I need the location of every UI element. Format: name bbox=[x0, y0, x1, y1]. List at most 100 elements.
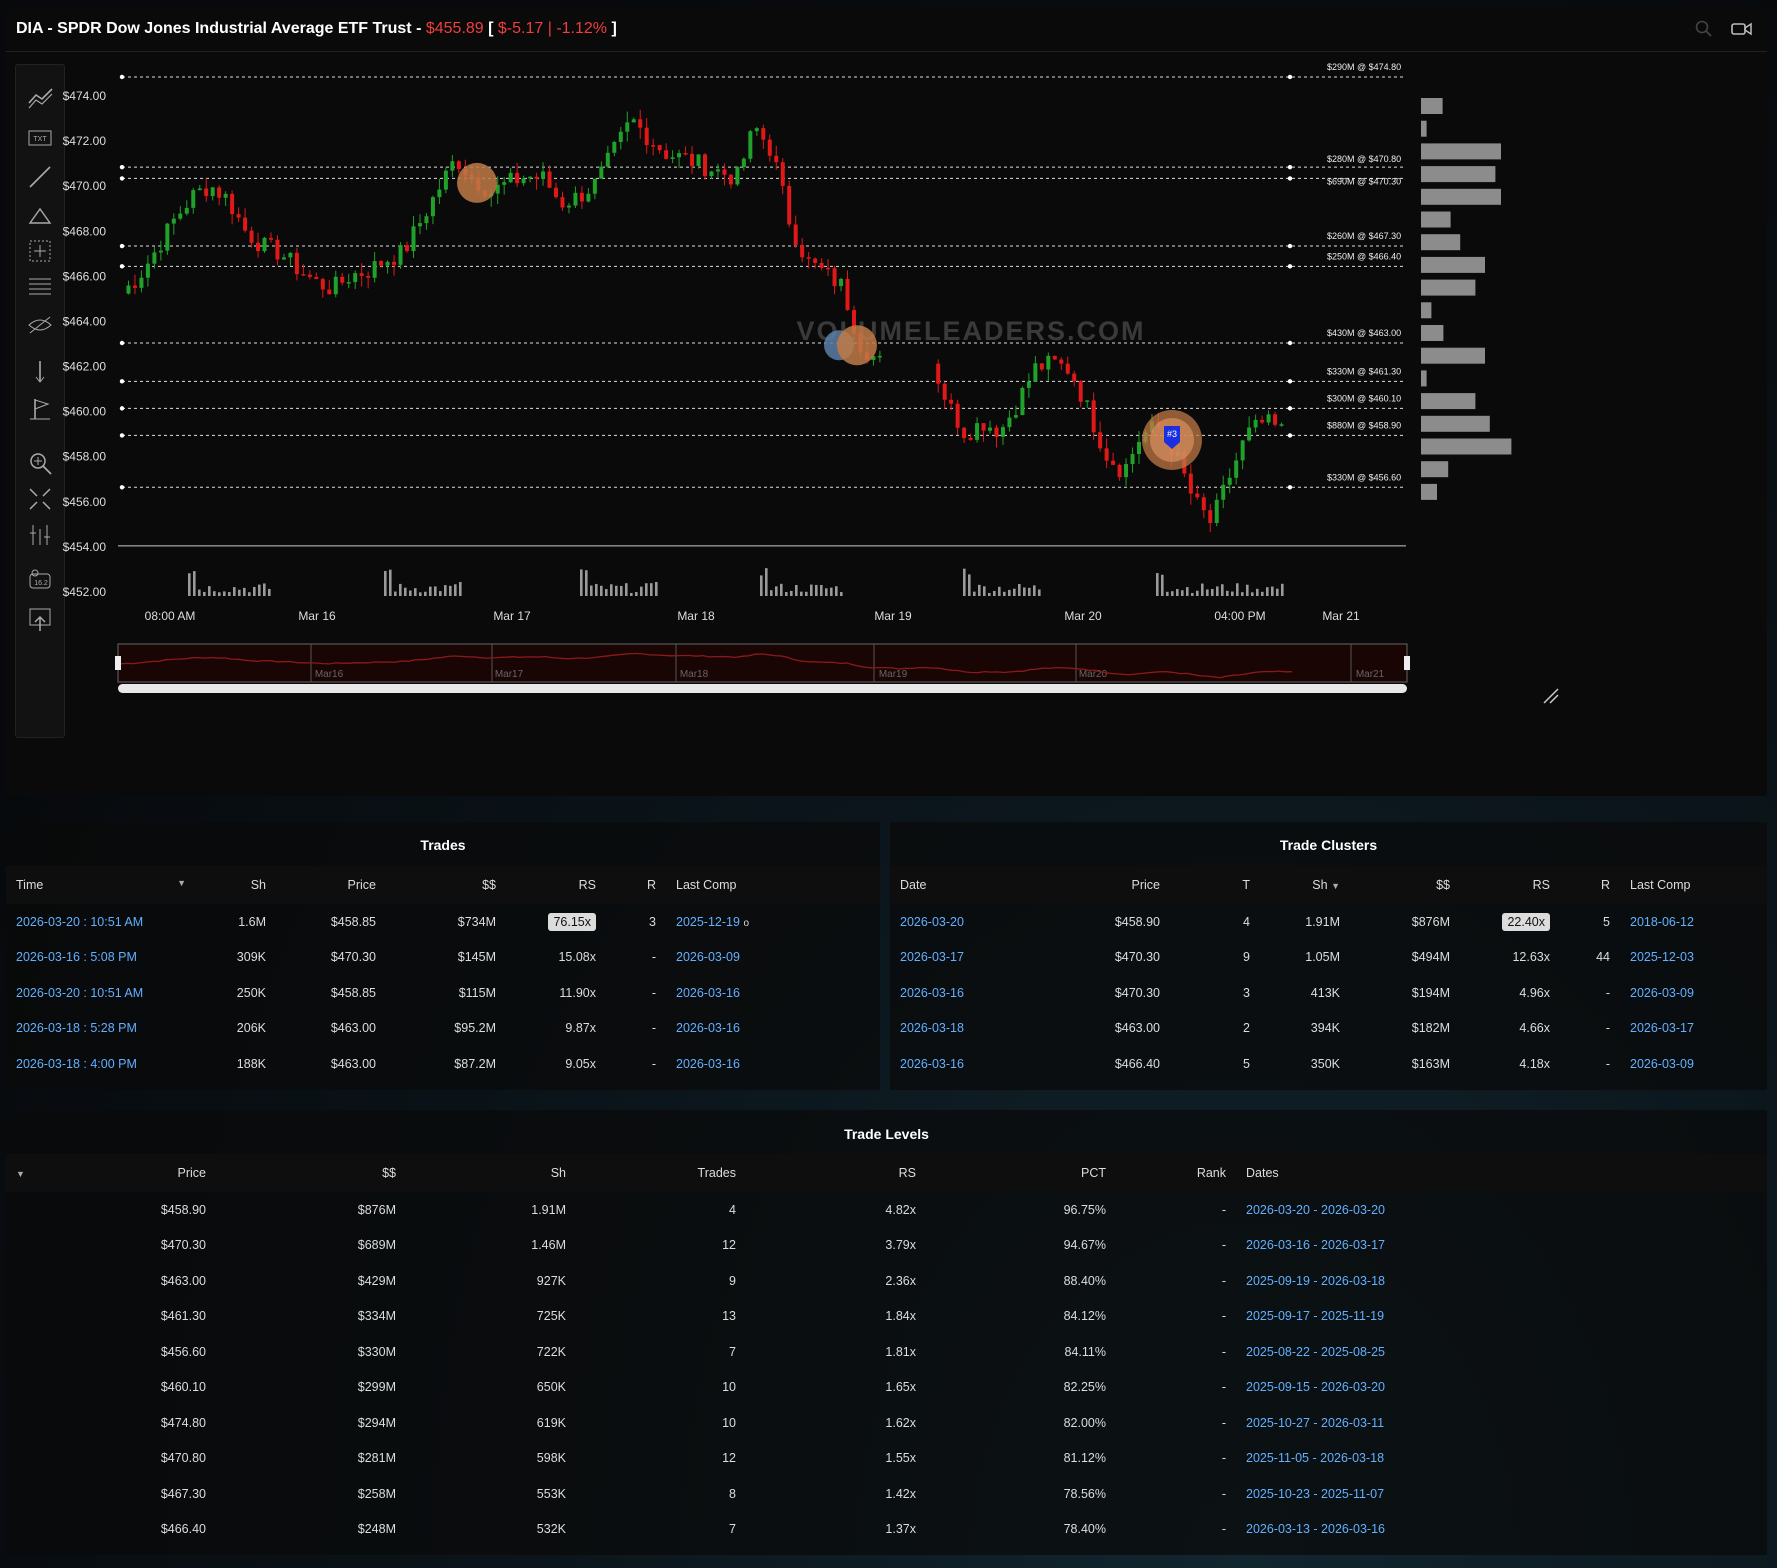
col-trades[interactable]: Trades bbox=[576, 1154, 746, 1192]
candle-body bbox=[1104, 448, 1109, 461]
last-comp-link[interactable]: 2025-12-03 bbox=[1620, 940, 1767, 976]
dates-link[interactable]: 2025-09-19 - 2026-03-18 bbox=[1236, 1263, 1767, 1299]
table-row[interactable]: $467.30 $258M 553K 8 1.42x 78.56% -2025-10-23 … bbox=[6, 1476, 1767, 1512]
table-row[interactable]: $460.10 $299M 650K 10 1.65x 82.25% -2025-09-15… bbox=[6, 1370, 1767, 1406]
col-rs[interactable]: RS bbox=[1460, 866, 1560, 904]
dates-link[interactable]: 2026-03-16 - 2026-03-17 bbox=[1236, 1228, 1767, 1264]
col-rank[interactable]: Rank bbox=[1116, 1154, 1236, 1192]
rs-cell: 2.36x bbox=[885, 1273, 916, 1288]
pct-cell: 82.25% bbox=[1063, 1380, 1106, 1395]
dates-link[interactable]: 2025-09-15 - 2026-03-20 bbox=[1236, 1370, 1767, 1406]
last-comp-link[interactable]: 2026-03-09 bbox=[1620, 1046, 1767, 1082]
col-dollars[interactable]: $$ bbox=[216, 1154, 406, 1192]
col-sort[interactable]: ▼ bbox=[6, 1154, 46, 1192]
dates-link[interactable]: 2026-03-13 - 2026-03-16 bbox=[1236, 1512, 1767, 1548]
table-row[interactable]: 2026-03-16 $466.40 5 350K $163M 4.18x -2026-03… bbox=[890, 1046, 1767, 1082]
last-comp-link[interactable]: 2025-12-19 bbox=[676, 915, 740, 929]
last-comp-link[interactable]: 2018-06-12 bbox=[1620, 904, 1767, 940]
table-row[interactable]: 2026-03-20 : 10:51 AM 1.6M $458.85 $734M 76.… bbox=[6, 904, 880, 940]
trade-time-link[interactable]: 2026-03-20 : 10:51 AM bbox=[6, 904, 196, 940]
col-price[interactable]: Price bbox=[46, 1154, 216, 1192]
resize-handle-icon[interactable] bbox=[1543, 688, 1559, 704]
candle-body bbox=[1091, 400, 1096, 433]
dates-link[interactable]: 2025-09-17 - 2025-11-19 bbox=[1236, 1299, 1767, 1335]
col-r[interactable]: R bbox=[1560, 866, 1620, 904]
col-date[interactable]: Date bbox=[890, 866, 1060, 904]
col-t[interactable]: T bbox=[1170, 866, 1260, 904]
col-price[interactable]: Price bbox=[276, 866, 386, 904]
t-cell: 2 bbox=[1243, 1021, 1250, 1036]
col-time[interactable]: Time ▼ bbox=[6, 866, 196, 904]
table-row[interactable]: $461.30 $334M 725K 13 1.84x 84.12% -2025-09-17… bbox=[6, 1299, 1767, 1335]
nav-scrollbar[interactable] bbox=[118, 684, 1407, 693]
level-end-dot bbox=[1287, 164, 1293, 170]
price-chart[interactable]: VOLUMELEADERS.COM $290M @ $474.80$280M @… bbox=[6, 6, 1767, 796]
col-sh[interactable]: Sh ▼ bbox=[1260, 866, 1350, 904]
candle-body bbox=[942, 383, 947, 400]
last-comp-link[interactable]: 2026-03-16 bbox=[676, 986, 740, 1000]
col-price[interactable]: Price bbox=[1060, 866, 1170, 904]
dates-link[interactable]: 2025-08-22 - 2025-08-25 bbox=[1236, 1334, 1767, 1370]
cluster-date-link[interactable]: 2026-03-17 bbox=[890, 940, 1060, 976]
table-row[interactable]: $466.40 $248M 532K 7 1.37x 78.40% -2026-03-13 … bbox=[6, 1512, 1767, 1548]
col-pct[interactable]: PCT bbox=[926, 1154, 1116, 1192]
nav-right-handle[interactable] bbox=[1404, 656, 1410, 670]
col-sh[interactable]: Sh bbox=[406, 1154, 576, 1192]
table-row[interactable]: $463.00 $429M 927K 9 2.36x 88.40% -2025-09-19 … bbox=[6, 1263, 1767, 1299]
col-dates[interactable]: Dates bbox=[1236, 1154, 1767, 1192]
volume-bar bbox=[615, 585, 618, 596]
volume-bar bbox=[1216, 586, 1219, 596]
dollars-cell: $182M bbox=[1411, 1021, 1450, 1036]
cluster-date-link[interactable]: 2026-03-16 bbox=[890, 1046, 1060, 1082]
table-row[interactable]: 2026-03-20 : 10:51 AM 250K $458.85 $115M 11.… bbox=[6, 975, 880, 1011]
table-row[interactable]: 2026-03-17 $470.30 9 1.05M $494M 12.63x 44 2025… bbox=[890, 940, 1767, 976]
dates-link[interactable]: 2026-03-20 - 2026-03-20 bbox=[1236, 1192, 1767, 1228]
last-comp-link[interactable]: 2026-03-17 bbox=[1620, 1011, 1767, 1047]
col-dollars[interactable]: $$ bbox=[386, 866, 506, 904]
table-row[interactable]: 2026-03-18 : 4:00 PM 188K $463.00 $87.2M 9.0… bbox=[6, 1046, 880, 1082]
dollars-cell: $734M bbox=[457, 914, 496, 929]
table-row[interactable]: 2026-03-18 $463.00 2 394K $182M 4.66x -2026-03… bbox=[890, 1011, 1767, 1047]
sort-desc-icon[interactable]: ▼ bbox=[1331, 881, 1340, 891]
table-row[interactable]: $456.60 $330M 722K 7 1.81x 84.11% -2025-08-22 … bbox=[6, 1334, 1767, 1370]
cluster-date-link[interactable]: 2026-03-16 bbox=[890, 975, 1060, 1011]
table-row[interactable]: 2026-03-18 : 5:28 PM 206K $463.00 $95.2M 9.8… bbox=[6, 1011, 880, 1047]
col-r[interactable]: R bbox=[606, 866, 666, 904]
table-row[interactable]: 2026-03-16 : 5:08 PM 309K $470.30 $145M 15.0… bbox=[6, 940, 880, 976]
trade-time-link[interactable]: 2026-03-18 : 5:28 PM bbox=[6, 1011, 196, 1047]
last-comp-link[interactable]: 2026-03-16 bbox=[676, 1057, 740, 1071]
col-sh[interactable]: Sh bbox=[196, 866, 276, 904]
table-row[interactable]: 2026-03-20 $458.90 4 1.91M $876M 22.40x 5 2018-… bbox=[890, 904, 1767, 940]
r-cell: - bbox=[651, 985, 656, 1000]
table-row[interactable]: $470.30 $689M 1.46M 12 3.79x 94.67% -2026-03-1… bbox=[6, 1228, 1767, 1264]
level-start-dot bbox=[119, 74, 125, 80]
trade-time-link[interactable]: 2026-03-18 : 4:00 PM bbox=[6, 1046, 196, 1082]
table-row[interactable]: $470.80 $281M 598K 12 1.55x 81.12% -2025-11-05… bbox=[6, 1441, 1767, 1477]
last-comp-link[interactable]: 2026-03-09 bbox=[676, 950, 740, 964]
trade-time-link[interactable]: 2026-03-16 : 5:08 PM bbox=[6, 940, 196, 976]
trade-time-link[interactable]: 2026-03-20 : 10:51 AM bbox=[6, 975, 196, 1011]
last-comp-link[interactable]: 2026-03-16 bbox=[676, 1021, 740, 1035]
volume-bar bbox=[775, 586, 778, 596]
table-row[interactable]: $474.80 $294M 619K 10 1.62x 82.00% -2025-10-27… bbox=[6, 1405, 1767, 1441]
col-last-comp[interactable]: Last Comp bbox=[666, 866, 880, 904]
last-comp-link[interactable]: 2026-03-09 bbox=[1620, 975, 1767, 1011]
dates-link[interactable]: 2025-10-23 - 2025-11-07 bbox=[1236, 1476, 1767, 1512]
sort-desc-icon[interactable]: ▼ bbox=[177, 878, 186, 888]
col-rs[interactable]: RS bbox=[506, 866, 606, 904]
col-last-comp[interactable]: Last Comp bbox=[1620, 866, 1767, 904]
table-row[interactable]: $458.90 $876M 1.91M 4 4.82x 96.75% -2026-03-20… bbox=[6, 1192, 1767, 1228]
trade-cluster-bubble[interactable] bbox=[837, 325, 877, 366]
col-dollars[interactable]: $$ bbox=[1350, 866, 1460, 904]
dates-link[interactable]: 2025-10-27 - 2026-03-11 bbox=[1236, 1405, 1767, 1441]
table-row[interactable]: 2026-03-16 $470.30 3 413K $194M 4.96x -2026-03… bbox=[890, 975, 1767, 1011]
trade-cluster-bubble[interactable] bbox=[457, 162, 497, 203]
cluster-date-link[interactable]: 2026-03-18 bbox=[890, 1011, 1060, 1047]
col-rs[interactable]: RS bbox=[746, 1154, 926, 1192]
sort-desc-icon[interactable]: ▼ bbox=[16, 1169, 25, 1179]
nav-left-handle[interactable] bbox=[115, 656, 121, 670]
dates-link[interactable]: 2025-11-05 - 2026-03-18 bbox=[1236, 1441, 1767, 1477]
cluster-date-link[interactable]: 2026-03-20 bbox=[890, 904, 1060, 940]
last-comp-cell: 2026-03-16 bbox=[666, 1046, 880, 1082]
volume-bar bbox=[760, 575, 763, 596]
